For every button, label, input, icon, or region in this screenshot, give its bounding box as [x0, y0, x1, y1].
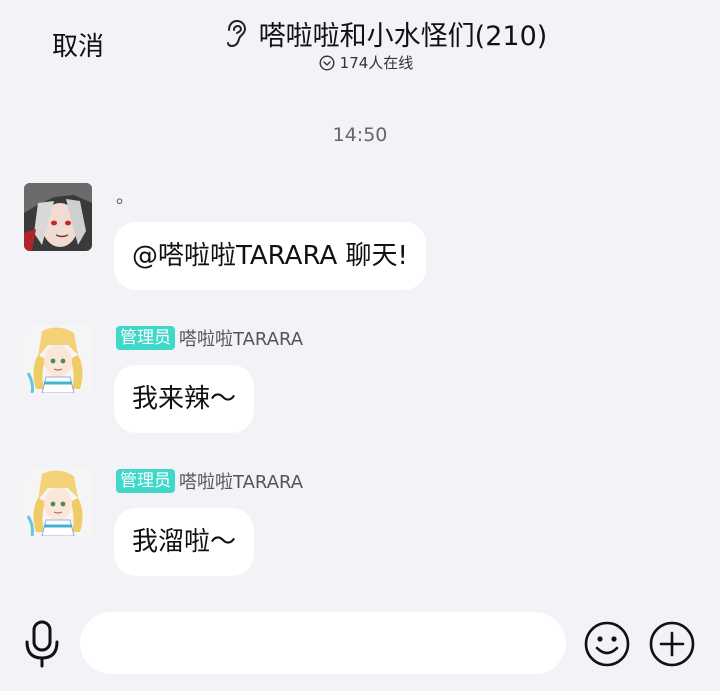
admin-badge: 管理员 — [116, 326, 175, 350]
header: 取消 嗒啦啦和小水怪们(210) 174人在线 — [0, 0, 720, 90]
chevron-down-circle-icon — [319, 54, 335, 71]
avatar[interactable] — [24, 183, 92, 251]
sender-name[interactable]: 嗒啦啦TARARA — [179, 325, 303, 351]
sender-name[interactable]: 。 — [116, 183, 134, 209]
plus-icon[interactable] — [648, 620, 696, 668]
sender-name[interactable]: 嗒啦啦TARARA — [179, 468, 303, 494]
title-group[interactable]: 嗒啦啦和小水怪们(210) — [223, 14, 548, 53]
message-item: 管理员 嗒啦啦TARARA 我溜啦〜 — [24, 468, 704, 578]
emoji-icon[interactable] — [583, 620, 631, 668]
sender-line: 。 — [116, 183, 134, 209]
avatar[interactable] — [24, 468, 92, 536]
avatar[interactable] — [24, 325, 92, 393]
title-bar: 嗒啦啦和小水怪们(210) — [0, 14, 720, 53]
message-bubble[interactable]: @嗒啦啦TARARA 聊天! — [114, 222, 426, 290]
message-item: 。 @嗒啦啦TARARA 聊天! — [24, 183, 704, 293]
online-count: 174人在线 — [339, 54, 414, 72]
group-title: 嗒啦啦和小水怪们(210) — [258, 21, 548, 52]
online-status: 174人在线 — [0, 52, 720, 73]
sender-line: 管理员 嗒啦啦TARARA — [116, 325, 303, 351]
microphone-icon[interactable] — [22, 620, 62, 668]
input-bar — [0, 600, 720, 691]
message-bubble[interactable]: 我来辣〜 — [114, 365, 255, 433]
message-item: 管理员 嗒啦啦TARARA 我来辣〜 — [24, 325, 704, 435]
message-input[interactable] — [80, 612, 566, 674]
message-bubble[interactable]: 我溜啦〜 — [114, 508, 255, 576]
admin-badge: 管理员 — [116, 469, 175, 493]
sender-line: 管理员 嗒啦啦TARARA — [116, 468, 303, 494]
message-timestamp: 14:50 — [332, 124, 388, 146]
chat-screen: 取消 嗒啦啦和小水怪们(210) 174人在线 14:50 。 @嗒啦啦TARA… — [0, 0, 720, 691]
ear-icon — [223, 19, 249, 49]
